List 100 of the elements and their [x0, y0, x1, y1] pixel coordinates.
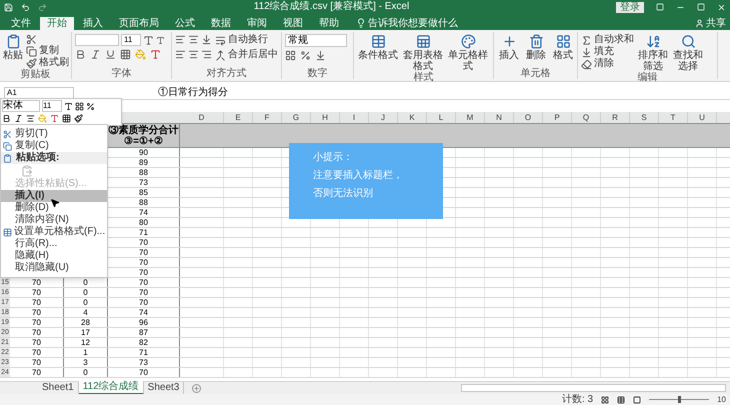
sheet-tab[interactable]: 112综合成绩	[78, 381, 144, 395]
maximize-icon[interactable]	[697, 3, 705, 11]
bold-icon[interactable]	[2, 114, 11, 123]
formula-field[interactable]: ①日常行为得分	[158, 86, 228, 98]
ribbon-tab[interactable]: 公式	[168, 17, 202, 30]
column-header[interactable]: S	[630, 112, 659, 123]
percent-icon[interactable]	[86, 102, 95, 110]
style-button[interactable]: 条件格式	[357, 34, 399, 61]
find-select-button[interactable]: 查找和选择	[672, 34, 704, 72]
column-header[interactable]: T	[659, 112, 688, 123]
share-button[interactable]: 共享	[706, 17, 726, 30]
bold-icon[interactable]	[75, 49, 86, 60]
style-button[interactable]: 单元格样式	[447, 34, 489, 72]
number-format-field[interactable]: 常规	[285, 34, 347, 47]
table-cell: 4	[64, 308, 108, 317]
ribbon-tab[interactable]: 开始	[40, 17, 74, 30]
column-header[interactable]: Q	[572, 112, 601, 123]
column-header[interactable]: H	[311, 112, 340, 123]
wrap-text-button[interactable]: 自动换行	[215, 34, 278, 46]
column-header[interactable]: M	[456, 112, 485, 123]
column-header[interactable]: O	[514, 112, 543, 123]
editing-button[interactable]: 清除	[581, 58, 634, 70]
table-cell: 12	[64, 338, 108, 347]
align-center-icon[interactable]	[188, 49, 199, 60]
ribbon-tab[interactable]: 页面布局	[112, 17, 166, 30]
zoom-slider-thumb[interactable]	[678, 396, 682, 403]
editing-button[interactable]: 填充	[581, 46, 634, 58]
column-header[interactable]: R	[601, 112, 630, 123]
column-header[interactable]: N	[485, 112, 514, 123]
align-top-icon[interactable]	[175, 34, 186, 45]
copy-button[interactable]: 复制	[26, 45, 69, 57]
font-name-field[interactable]: 宋体	[2, 100, 40, 112]
menu-item[interactable]: 删除(D)	[1, 202, 107, 214]
fill-color-icon[interactable]	[135, 49, 146, 60]
paste-button[interactable]: 粘贴	[3, 34, 23, 61]
align-middle-icon[interactable]	[188, 34, 199, 45]
menu-item[interactable]: 剪切(T)	[1, 128, 107, 140]
horizontal-scrollbar[interactable]	[461, 384, 726, 392]
paintbrush-icon[interactable]	[74, 114, 83, 123]
ribbon-tab[interactable]: 数据	[204, 17, 238, 30]
column-header[interactable]: I	[340, 112, 369, 123]
column-header[interactable]: L	[427, 112, 456, 123]
font-size-field[interactable]: 11	[42, 100, 62, 112]
tell-me-field[interactable]: 告诉我你想要做什么	[368, 17, 458, 30]
cell-button[interactable]: 删除	[524, 34, 548, 61]
align-left-icon[interactable]	[175, 49, 186, 60]
page-layout-icon[interactable]	[617, 396, 626, 404]
ribbon-tab[interactable]: 文件	[4, 17, 38, 30]
sign-in-button[interactable]: 登录	[616, 2, 644, 12]
menu-item[interactable]: 隐藏(H)	[1, 250, 107, 262]
ribbon-tab[interactable]: 插入	[76, 17, 110, 30]
border-icon[interactable]	[120, 49, 131, 60]
font-color-icon[interactable]	[50, 114, 59, 123]
column-header[interactable]: U	[688, 112, 717, 123]
font-color-icon[interactable]	[150, 49, 161, 60]
close-icon[interactable]	[717, 2, 726, 12]
table-cell: 0	[64, 288, 108, 297]
group-label: 剪贴板	[20, 69, 50, 80]
page-break-icon[interactable]	[633, 396, 642, 404]
column-header[interactable]: D	[180, 112, 224, 123]
column-header[interactable]: J	[369, 112, 398, 123]
underline-icon[interactable]	[105, 49, 116, 60]
save-icon[interactable]	[4, 2, 13, 12]
ribbon-tab[interactable]: 视图	[276, 17, 310, 30]
align-center-icon[interactable]	[26, 114, 35, 123]
column-header[interactable]: P	[543, 112, 572, 123]
border-icon[interactable]	[62, 114, 71, 123]
normal-view-icon[interactable]	[601, 396, 610, 404]
fill-color-icon[interactable]	[38, 114, 47, 123]
column-header[interactable]: G	[282, 112, 311, 123]
percent-icon[interactable]	[300, 50, 311, 61]
cell-button[interactable]: 插入	[497, 34, 521, 61]
italic-icon[interactable]	[14, 114, 23, 123]
cell-button[interactable]: 格式	[551, 34, 575, 61]
column-header[interactable]: E	[224, 112, 253, 123]
menu-item[interactable]: 插入(I)	[1, 190, 107, 202]
merge-center-button[interactable]: 合并后居中	[215, 49, 278, 61]
table-cell: 70	[108, 298, 180, 307]
font-size-field[interactable]: 11	[121, 34, 141, 46]
menu-item[interactable]: 行高(R)...	[1, 238, 107, 250]
ribbon-tab[interactable]: 审阅	[240, 17, 274, 30]
align-right-icon[interactable]	[201, 49, 212, 60]
column-header[interactable]: F	[253, 112, 282, 123]
sigma-icon	[581, 34, 592, 46]
copy-icon	[26, 46, 37, 56]
sort-filter-button[interactable]: 排序和筛选	[637, 34, 669, 72]
menu-item[interactable]: 取消隐藏(U)	[1, 262, 107, 274]
style-button[interactable]: 套用表格格式	[402, 34, 444, 72]
font-name-field[interactable]	[75, 34, 119, 46]
italic-icon[interactable]	[90, 49, 101, 60]
group-label: 数字	[308, 68, 328, 79]
table-cell: 3	[64, 358, 108, 367]
ribbon-tab[interactable]: 帮助	[312, 17, 346, 30]
column-header[interactable]: K	[398, 112, 427, 123]
undo-icon[interactable]	[21, 2, 30, 12]
menu-item[interactable]: 清除内容(N)	[1, 214, 107, 226]
menu-item[interactable]: 复制(C)	[1, 140, 107, 152]
menu-item[interactable]: 设置单元格格式(F)...	[1, 226, 107, 238]
editing-button[interactable]: 自动求和	[581, 34, 634, 46]
format-painter-button[interactable]: 格式刷	[26, 57, 69, 69]
